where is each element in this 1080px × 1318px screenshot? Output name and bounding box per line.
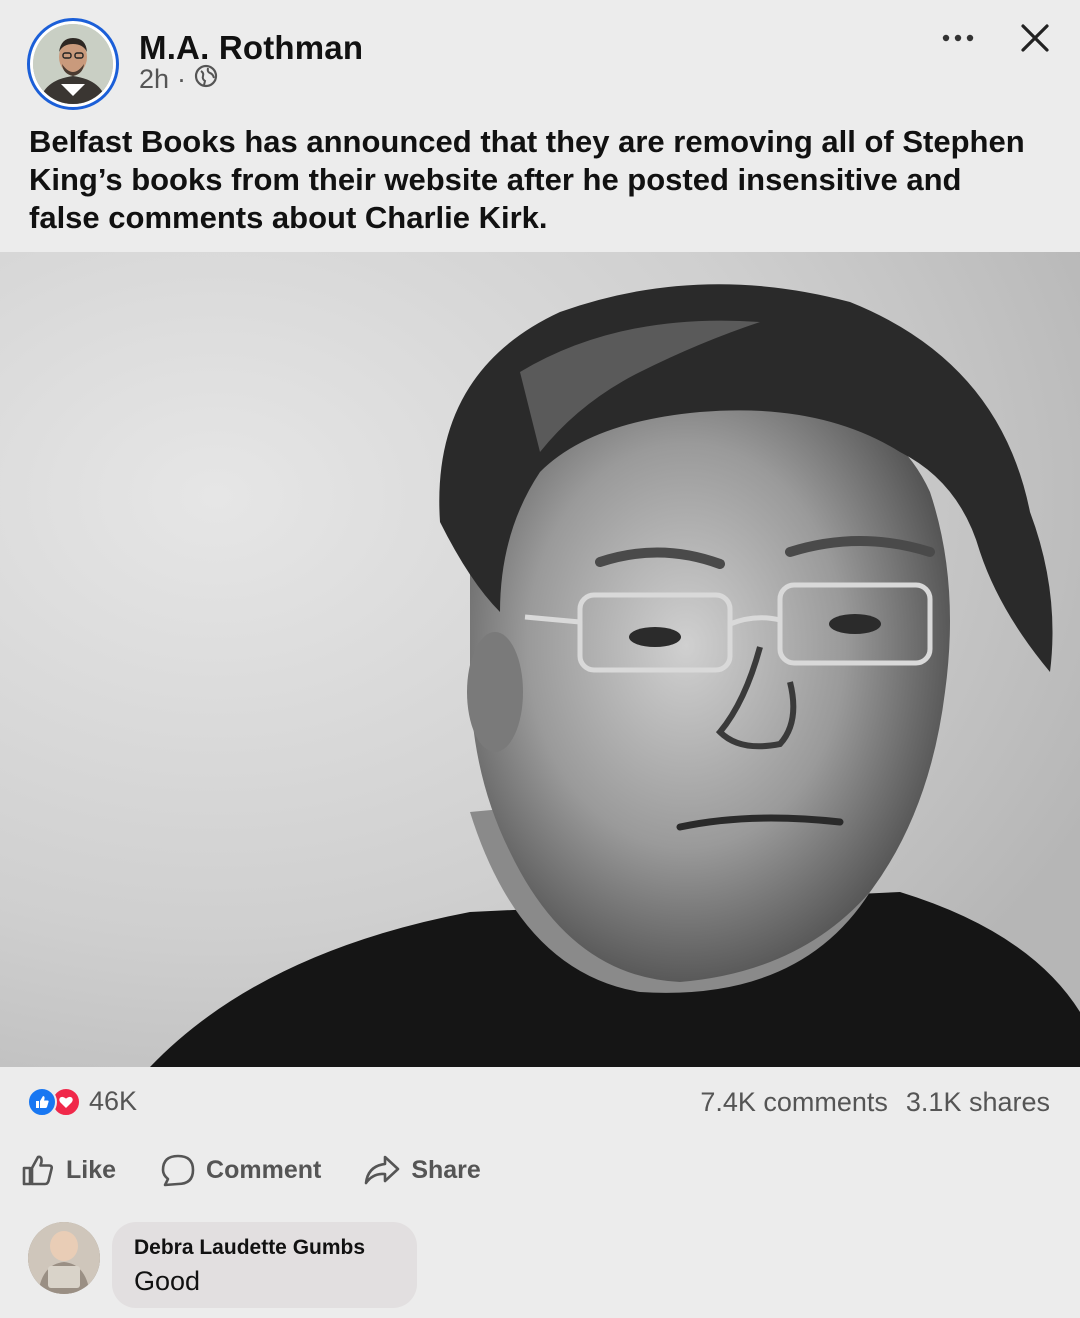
more-options-button[interactable] <box>938 24 978 52</box>
author-name[interactable]: M.A. Rothman <box>139 29 363 67</box>
reaction-count: 46K <box>89 1086 138 1116</box>
comment-count-link[interactable]: 7.4K comments <box>700 1087 888 1118</box>
comment-label: Comment <box>206 1155 322 1184</box>
globe-icon <box>194 64 218 95</box>
close-icon <box>1021 24 1049 52</box>
post-card: M.A. Rothman 2h · Belfast Books has anno… <box>0 0 1080 1318</box>
meta-separator: · <box>177 64 187 94</box>
action-bar: Like Comment Share <box>20 1152 481 1188</box>
comment-bubble[interactable]: Debra Laudette Gumbs Good <box>112 1222 417 1308</box>
more-horizontal-icon <box>942 34 974 42</box>
reaction-summary[interactable]: 46K <box>27 1086 137 1117</box>
like-button[interactable]: Like <box>20 1152 116 1188</box>
post-time[interactable]: 2h <box>139 64 169 95</box>
comment-author[interactable]: Debra Laudette Gumbs <box>134 1236 395 1260</box>
comment-button[interactable]: Comment <box>160 1152 321 1188</box>
author-avatar-photo <box>33 24 113 104</box>
share-arrow-icon <box>365 1155 400 1185</box>
like-icon <box>27 1086 57 1117</box>
thumbs-up-icon <box>22 1155 54 1186</box>
commenter-avatar[interactable] <box>28 1222 100 1294</box>
post-body-text: Belfast Books has announced that they ar… <box>29 124 1025 235</box>
post-meta: 2h · <box>139 64 218 95</box>
author-avatar[interactable] <box>27 18 119 110</box>
like-label: Like <box>66 1155 117 1184</box>
share-label: Share <box>411 1155 481 1184</box>
comment-bubble-icon <box>161 1154 195 1187</box>
engagement-stats: 7.4K comments 3.1K shares <box>700 1087 1050 1118</box>
post-photo[interactable] <box>0 252 1080 1067</box>
comment-text: Good <box>134 1266 201 1296</box>
share-button[interactable]: Share <box>363 1152 481 1188</box>
close-button[interactable] <box>1014 17 1056 59</box>
share-count-link[interactable]: 3.1K shares <box>906 1087 1050 1118</box>
